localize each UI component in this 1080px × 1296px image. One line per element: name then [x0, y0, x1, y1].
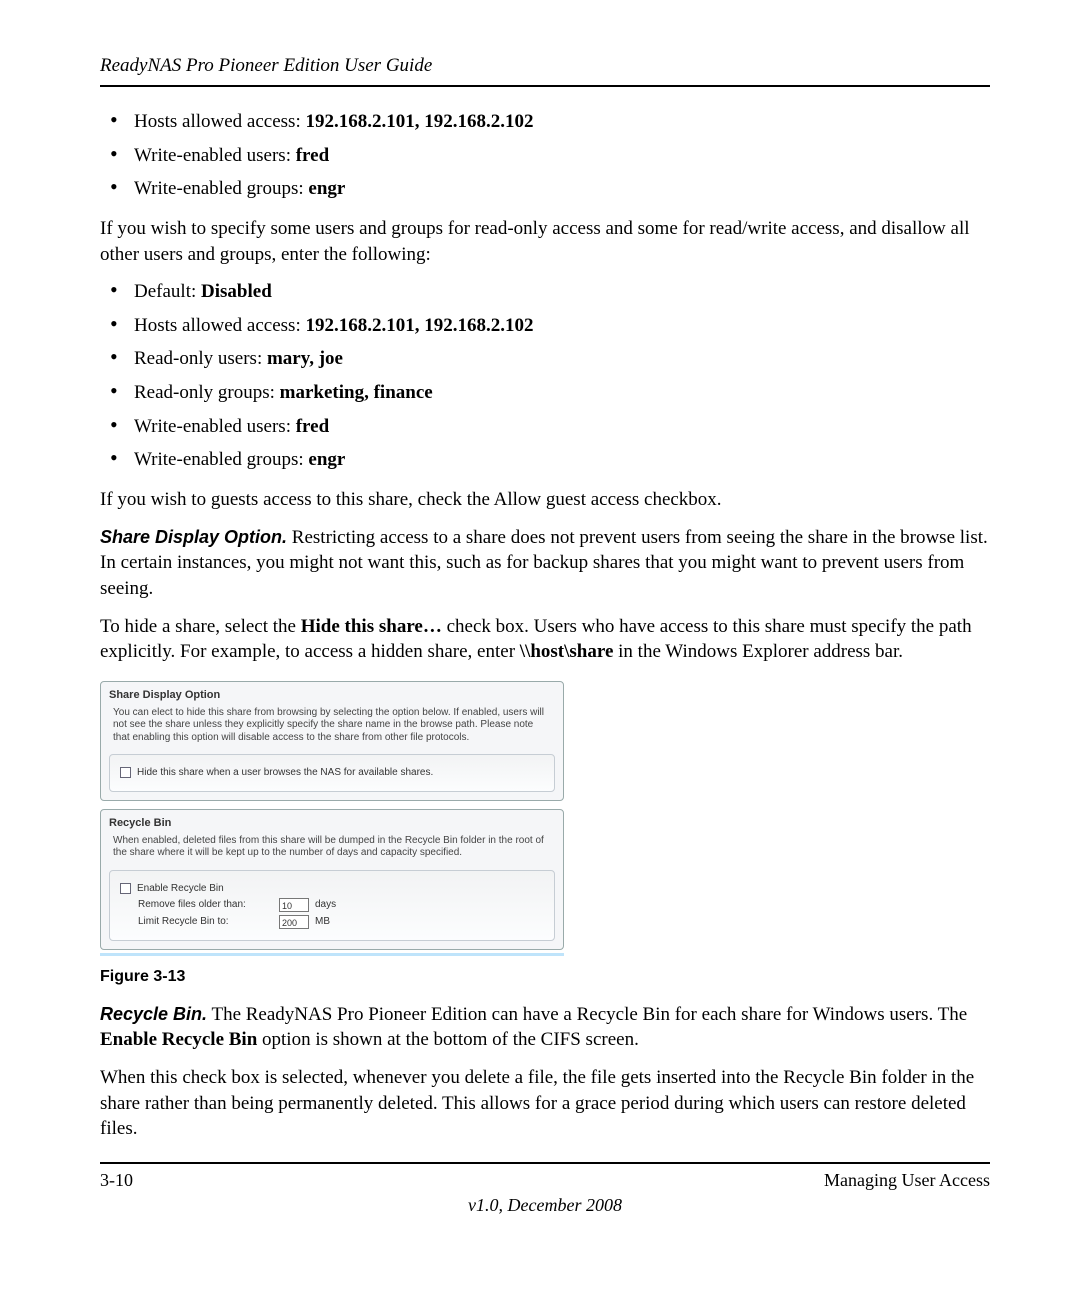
enable-recycle-bin-checkbox[interactable]	[120, 883, 131, 894]
footer: 3-10 Managing User Access	[100, 1162, 990, 1191]
unit-label: MB	[315, 915, 330, 929]
list-item: Read-only users: mary, joe	[134, 346, 990, 372]
unit-label: days	[315, 898, 336, 912]
list-2: Default: Disabled Hosts allowed access: …	[100, 279, 990, 473]
version-line: v1.0, December 2008	[100, 1195, 990, 1216]
list-item: Write-enabled groups: engr	[134, 176, 990, 202]
paragraph: If you wish to guests access to this sha…	[100, 487, 990, 513]
checkbox-label: Hide this share when a user browses the …	[137, 766, 433, 780]
list-item: Read-only groups: marketing, finance	[134, 380, 990, 406]
checkbox-label: Enable Recycle Bin	[137, 882, 224, 896]
hide-share-checkbox[interactable]	[120, 767, 131, 778]
list-item: Hosts allowed access: 192.168.2.101, 192…	[134, 109, 990, 135]
paragraph: Share Display Option. Restricting access…	[100, 525, 990, 602]
page-header: ReadyNAS Pro Pioneer Edition User Guide	[100, 55, 990, 87]
recycle-bin-panel: Recycle Bin When enabled, deleted files …	[100, 809, 564, 950]
figure-caption: Figure 3-13	[100, 966, 990, 988]
list-item: Default: Disabled	[134, 279, 990, 305]
share-display-option-panel: Share Display Option You can elect to hi…	[100, 681, 564, 801]
field-label: Limit Recycle Bin to:	[138, 915, 273, 929]
inline-heading: Recycle Bin.	[100, 1004, 207, 1024]
field-label: Remove files older than:	[138, 898, 273, 912]
body-content: Hosts allowed access: 192.168.2.101, 192…	[100, 109, 990, 1142]
paragraph: When this check box is selected, wheneve…	[100, 1065, 990, 1142]
panel-desc: You can elect to hide this share from br…	[101, 707, 563, 751]
section-title: Managing User Access	[824, 1170, 990, 1191]
paragraph: If you wish to specify some users and gr…	[100, 216, 990, 267]
list-item: Hosts allowed access: 192.168.2.101, 192…	[134, 313, 990, 339]
panel-title: Recycle Bin	[101, 810, 563, 835]
inline-heading: Share Display Option.	[100, 527, 287, 547]
days-input[interactable]: 10	[279, 898, 309, 912]
panel-title: Share Display Option	[101, 682, 563, 707]
panel-desc: When enabled, deleted files from this sh…	[101, 835, 563, 866]
mb-input[interactable]: 200	[279, 915, 309, 929]
figure-screenshot: Share Display Option You can elect to hi…	[100, 681, 564, 956]
list-item: Write-enabled groups: engr	[134, 447, 990, 473]
paragraph: To hide a share, select the Hide this sh…	[100, 614, 990, 665]
paragraph: Recycle Bin. The ReadyNAS Pro Pioneer Ed…	[100, 1002, 990, 1053]
page-number: 3-10	[100, 1170, 133, 1191]
list-item: Write-enabled users: fred	[134, 414, 990, 440]
list-item: Write-enabled users: fred	[134, 143, 990, 169]
list-1: Hosts allowed access: 192.168.2.101, 192…	[100, 109, 990, 202]
